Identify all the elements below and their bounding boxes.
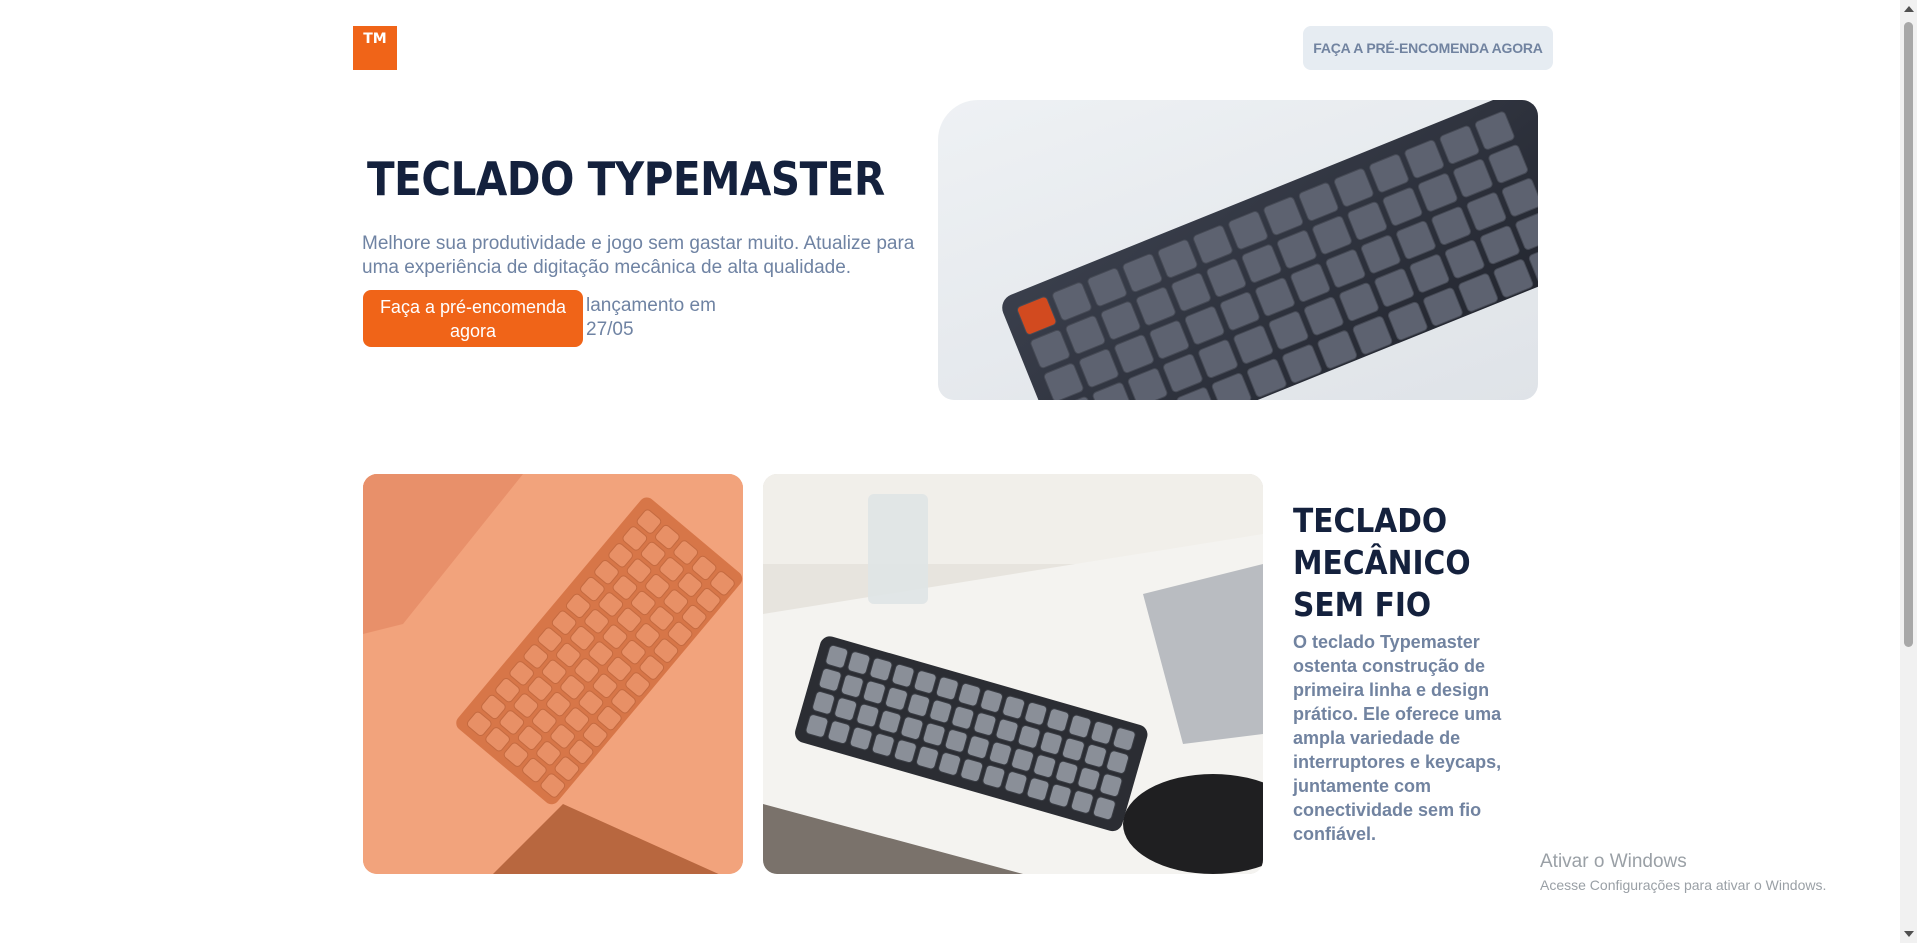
feature-title: TECLADO MECÂNICO SEM FIO [1293, 501, 1471, 624]
watermark-line2: Acesse Configurações para ativar o Windo… [1540, 877, 1827, 893]
scroll-down-arrow-icon[interactable] [1904, 931, 1914, 937]
windows-activation-watermark: Ativar o Windows Acesse Configurações pa… [1540, 851, 1826, 893]
desk-illustration [763, 474, 1263, 874]
launch-date-text: lançamento em 27/05 [586, 295, 716, 340]
hero-title: TECLADO TYPEMASTER [367, 152, 885, 206]
hero-description: Melhore sua produtividade e jogo sem gas… [362, 233, 915, 278]
feature-description: O teclado Typemaster ostenta construção … [1293, 632, 1502, 844]
watermark-line1: Ativar o Windows [1540, 851, 1687, 872]
keyboard-illustration [1002, 100, 1538, 400]
orange-keyboard-illustration [363, 474, 743, 874]
keyboard-hero-image [938, 100, 1538, 400]
orange-keyboard-image [363, 474, 743, 874]
brand-logo[interactable]: TM [353, 26, 397, 70]
scroll-thumb[interactable] [1904, 22, 1913, 647]
page-scrollbar[interactable] [1900, 0, 1917, 943]
desk-keyboard-image [763, 474, 1263, 874]
preorder-nav-button[interactable]: FAÇA A PRÉ-ENCOMENDA AGORA [1303, 26, 1553, 70]
scroll-up-arrow-icon[interactable] [1904, 6, 1914, 12]
preorder-cta-button[interactable]: Faça a pré-encomenda agora [363, 290, 583, 347]
